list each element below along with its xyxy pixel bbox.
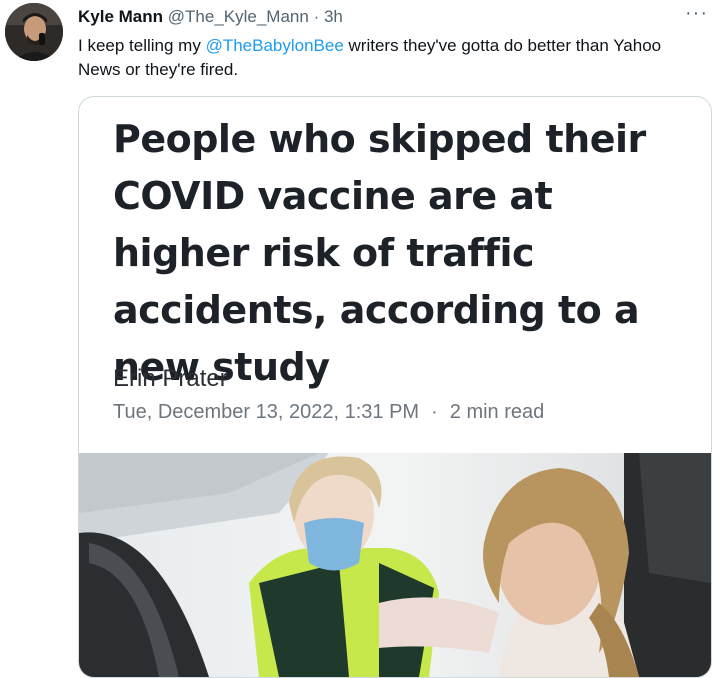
meta-separator: · (431, 401, 438, 423)
header-separator: · (313, 7, 320, 26)
tweet-header: Kyle Mann @The_Kyle_Mann · 3h (78, 6, 343, 28)
car-accident-photo (79, 453, 711, 677)
article-headline: People who skipped their COVID vaccine a… (113, 117, 646, 389)
author-handle[interactable]: @The_Kyle_Mann (168, 7, 309, 26)
avatar[interactable] (5, 3, 63, 61)
article-date: Tue, December 13, 2022, 1:31 PM (113, 401, 420, 423)
tweet-text-start: I keep telling my (78, 36, 206, 55)
article-photo (79, 453, 711, 677)
article-card[interactable]: People who skipped their COVID vaccine a… (78, 96, 712, 678)
tweet-text: I keep telling my @TheBabylonBee writers… (78, 34, 708, 82)
article-author: Erin Prater (113, 365, 228, 392)
tweet-timestamp[interactable]: 3h (324, 7, 343, 26)
mention-link[interactable]: @TheBabylonBee (206, 36, 344, 55)
read-time: 2 min read (449, 401, 545, 423)
avatar-image (5, 3, 63, 61)
more-options-icon[interactable]: ··· (685, 2, 708, 25)
author-name[interactable]: Kyle Mann (78, 7, 163, 26)
article-meta: Tue, December 13, 2022, 1:31 PM · 2 min re… (113, 401, 544, 424)
